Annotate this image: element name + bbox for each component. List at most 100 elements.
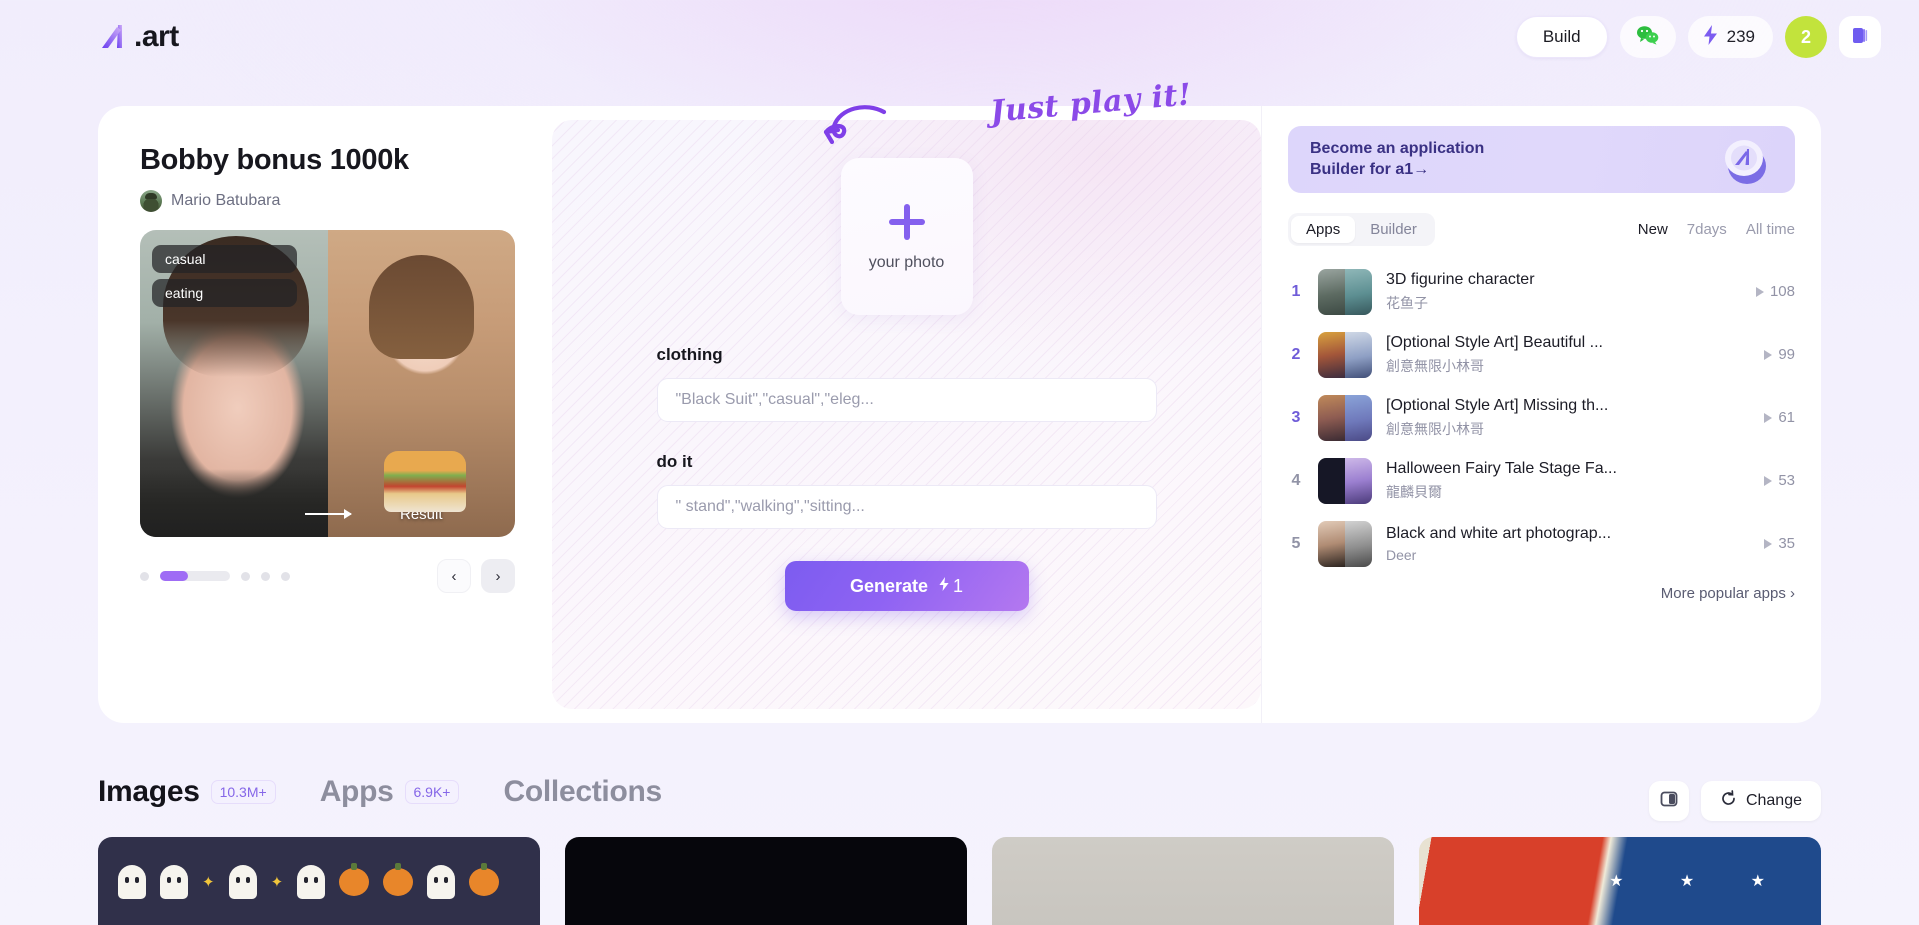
gallery-thumb-gray[interactable] — [992, 837, 1394, 925]
more-popular-apps-link[interactable]: More popular apps › — [1288, 585, 1795, 602]
lightning-bolt-icon — [938, 576, 950, 597]
preview-tag-action: eating — [152, 279, 297, 307]
gallery-controls: Change — [1648, 781, 1821, 821]
carousel-next-button[interactable]: › — [481, 559, 515, 593]
clothing-input[interactable] — [656, 378, 1157, 422]
list-item-author: Deer — [1386, 546, 1417, 563]
list-item-plays: 108 — [1755, 283, 1795, 300]
list-item[interactable]: 5 Black and white art photograp... Deer … — [1288, 512, 1795, 575]
list-item[interactable]: 3 [Optional Style Art] Missing th... 創意無… — [1288, 386, 1795, 449]
list-item-thumbnail — [1318, 268, 1372, 315]
preview-input-label: Input — [217, 506, 251, 523]
become-builder-banner[interactable]: Become an application Builder for a1→ — [1288, 126, 1795, 193]
pumpkin-icon — [339, 863, 370, 896]
refresh-icon — [1720, 790, 1737, 812]
sidebar-tabs-row: Apps Builder New 7days All time — [1288, 213, 1795, 246]
avatar — [140, 190, 162, 212]
popular-apps-list: 1 3D figurine character 花鱼子 108 2 [Optio… — [1288, 260, 1795, 575]
preview-image-card[interactable]: Input Result casual eating — [140, 230, 515, 537]
list-item-plays: 53 — [1764, 472, 1795, 489]
list-item-title: Halloween Fairy Tale Stage Fa... — [1386, 459, 1617, 477]
tab-apps[interactable]: Apps 6.9K+ — [320, 775, 460, 809]
library-book-icon — [1849, 24, 1871, 51]
promo-text: Become an application Builder for a1→ — [1310, 139, 1485, 178]
author-name: Mario Batubara — [171, 192, 281, 209]
change-label: Change — [1745, 792, 1802, 809]
user-avatar-badge[interactable]: 2 — [1785, 16, 1827, 58]
chevron-right-icon: › — [495, 567, 501, 585]
carousel-dots[interactable] — [140, 571, 290, 581]
a-art-logo-icon — [98, 20, 132, 54]
wechat-button[interactable] — [1619, 16, 1676, 58]
lightning-bolt-icon — [1702, 24, 1719, 51]
rank-number: 2 — [1291, 345, 1301, 363]
sidebar-filters: New 7days All time — [1638, 221, 1795, 238]
carousel-progress-fill — [160, 571, 188, 581]
generate-cost-value: 1 — [953, 575, 964, 596]
clothing-label: clothing — [656, 345, 723, 364]
change-button[interactable]: Change — [1700, 781, 1821, 821]
star-icon: ✦ — [270, 874, 284, 891]
generate-button[interactable]: Generate 1 — [784, 561, 1029, 611]
preview-result-image: Result — [327, 230, 515, 537]
author-row[interactable]: Mario Batubara — [140, 190, 552, 212]
coin-stack-icon — [1717, 132, 1773, 188]
pumpkin-icon — [383, 863, 414, 896]
chevron-left-icon: ‹ — [451, 567, 457, 585]
carousel-dot[interactable] — [281, 571, 290, 581]
tab-apps-label: Apps — [319, 775, 394, 808]
tab-collections[interactable]: Collections — [503, 775, 662, 809]
ghost-icon — [297, 865, 326, 899]
list-item[interactable]: 1 3D figurine character 花鱼子 108 — [1288, 260, 1795, 323]
ghost-icon — [118, 865, 146, 899]
doit-input[interactable] — [656, 485, 1157, 529]
filter-all-time[interactable]: All time — [1746, 221, 1795, 238]
carousel-dot[interactable] — [261, 571, 270, 581]
header-actions: Build 239 2 — [1515, 16, 1881, 58]
tab-builder[interactable]: Builder — [1355, 216, 1432, 243]
list-item-title: [Optional Style Art] Missing th... — [1386, 396, 1609, 414]
filter-new[interactable]: New — [1638, 221, 1668, 238]
preview-result-label: Result — [399, 506, 443, 523]
plays-count: 53 — [1778, 472, 1795, 489]
layout-toggle-button[interactable] — [1648, 781, 1689, 821]
build-button[interactable]: Build — [1515, 16, 1608, 58]
list-item-plays: 99 — [1764, 346, 1795, 363]
list-item-thumbnail — [1318, 520, 1372, 567]
list-item-author: 龍麟貝爾 — [1386, 483, 1442, 500]
gallery-thumb-dark[interactable] — [565, 837, 967, 925]
generate-cost: 1 — [938, 576, 963, 597]
arrow-right-icon — [304, 509, 352, 519]
carousel-prev-button[interactable]: ‹ — [437, 559, 471, 593]
list-item-thumbnail — [1318, 394, 1372, 441]
tab-images[interactable]: Images 10.3M+ — [98, 775, 276, 809]
app-logo[interactable]: .art — [98, 20, 179, 54]
list-item-thumbnail — [1318, 331, 1372, 378]
layout-toggle-icon — [1659, 789, 1679, 814]
list-item-author: 花鱼子 — [1386, 294, 1428, 311]
play-icon — [1755, 286, 1764, 297]
rank-number: 5 — [1291, 534, 1301, 552]
list-item[interactable]: 4 Halloween Fairy Tale Stage Fa... 龍麟貝爾 … — [1288, 449, 1795, 512]
carousel-dot[interactable] — [241, 571, 250, 581]
play-icon — [1764, 412, 1773, 423]
page-title: Bobby bonus 1000k — [140, 144, 409, 176]
tab-apps[interactable]: Apps — [1291, 216, 1356, 243]
list-item-plays: 35 — [1764, 535, 1795, 552]
sidebar-panel: Become an application Builder for a1→ Ap… — [1261, 106, 1821, 723]
carousel-progress-track[interactable] — [160, 571, 230, 581]
filter-7days[interactable]: 7days — [1687, 221, 1727, 238]
plays-count: 99 — [1778, 346, 1795, 363]
wechat-icon — [1636, 25, 1660, 50]
photo-upload-dropzone[interactable]: your photo — [840, 158, 973, 315]
gallery-thumb-halloween[interactable]: ✦ ✦ — [98, 837, 540, 925]
generation-form-panel: your photo clothing do it Generate 1 — [552, 120, 1261, 709]
list-item-thumbnail — [1318, 457, 1372, 504]
credits-button[interactable]: 239 — [1687, 16, 1773, 58]
gallery-thumb-flag[interactable] — [1419, 837, 1821, 925]
carousel-dot[interactable] — [140, 571, 149, 581]
library-button[interactable] — [1839, 16, 1881, 58]
list-item[interactable]: 2 [Optional Style Art] Beautiful ... 創意無… — [1288, 323, 1795, 386]
list-item-meta: Halloween Fairy Tale Stage Fa... 龍麟貝爾 — [1386, 460, 1750, 502]
list-item-plays: 61 — [1764, 409, 1795, 426]
